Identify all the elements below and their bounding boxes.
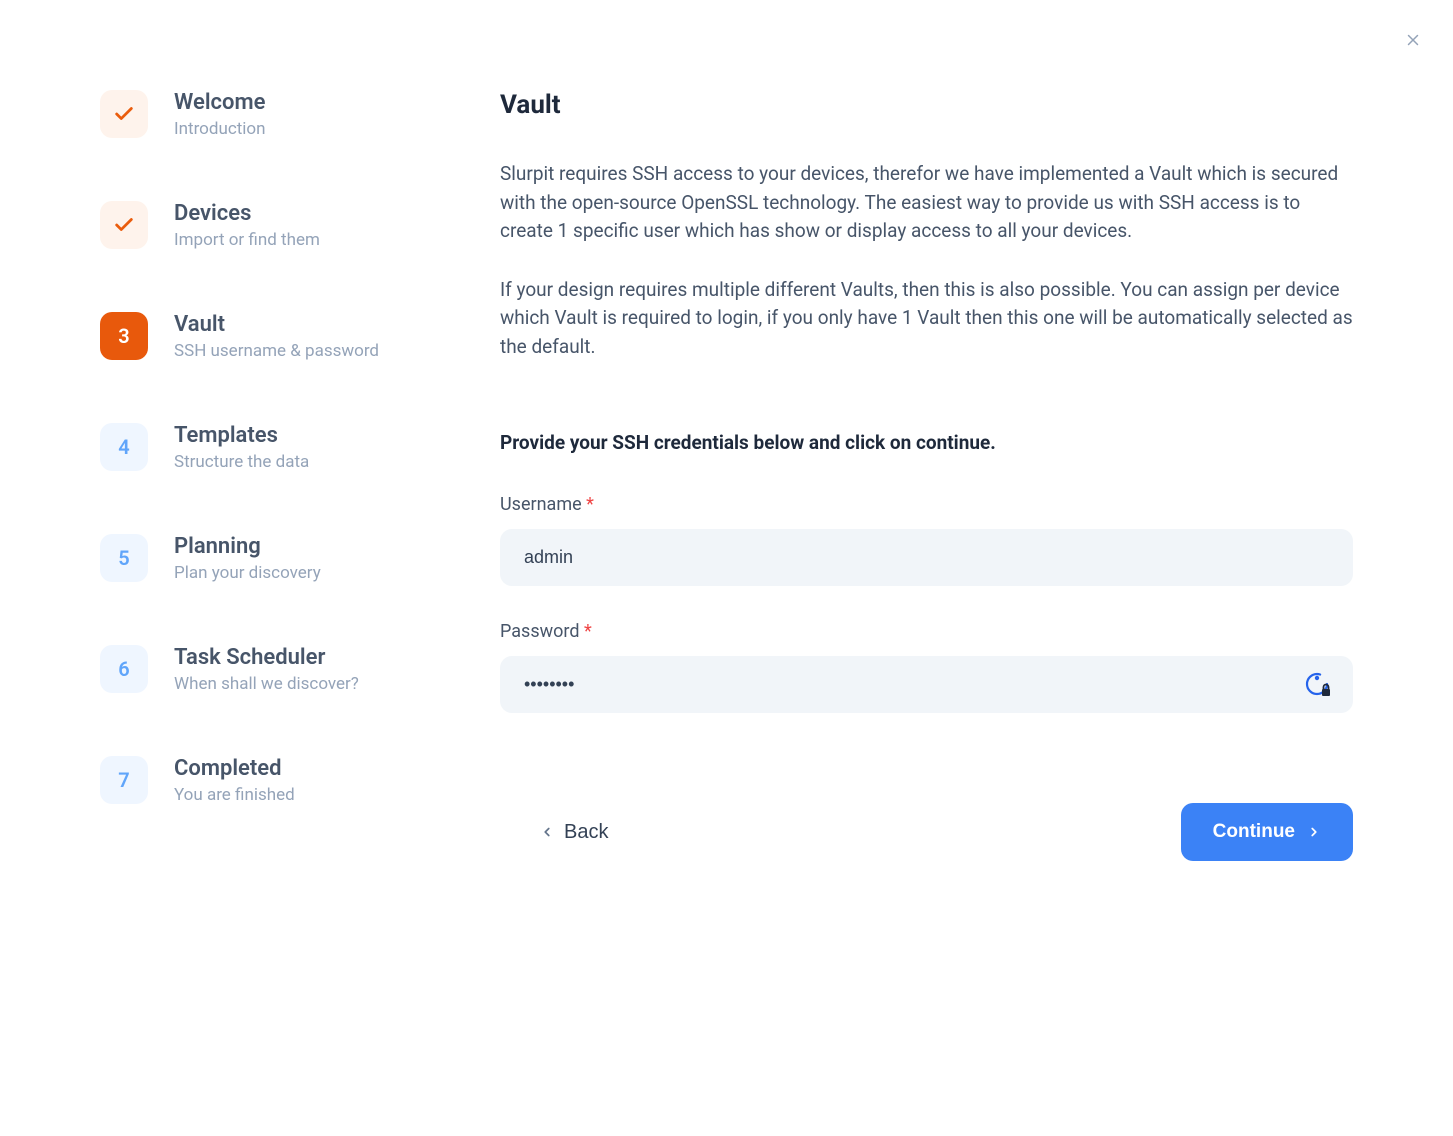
step-title: Vault <box>174 312 379 337</box>
step-subtitle: You are finished <box>174 785 295 805</box>
step-text: Task Scheduler When shall we discover? <box>174 645 359 694</box>
required-mark: * <box>584 621 592 642</box>
step-badge: 4 <box>100 423 148 471</box>
password-field-group: Password * <box>500 621 1353 713</box>
content-instruction: Provide your SSH credentials below and c… <box>500 431 1353 454</box>
content-paragraph: If your design requires multiple differe… <box>500 276 1353 362</box>
button-row: Back Continue <box>500 803 1353 861</box>
step-vault[interactable]: 3 Vault SSH username & password <box>100 312 500 361</box>
step-badge: 5 <box>100 534 148 582</box>
step-title: Completed <box>174 756 295 781</box>
page-title: Vault <box>500 90 1353 120</box>
step-badge: 3 <box>100 312 148 360</box>
step-text: Completed You are finished <box>174 756 295 805</box>
step-title: Devices <box>174 201 320 226</box>
step-text: Welcome Introduction <box>174 90 266 139</box>
step-subtitle: SSH username & password <box>174 341 379 361</box>
step-title: Templates <box>174 423 309 448</box>
step-text: Vault SSH username & password <box>174 312 379 361</box>
close-icon <box>1404 31 1422 49</box>
step-title: Planning <box>174 534 321 559</box>
username-label: Username * <box>500 494 1353 515</box>
step-text: Devices Import or find them <box>174 201 320 250</box>
chevron-right-icon <box>1307 825 1321 839</box>
step-devices[interactable]: Devices Import or find them <box>100 201 500 250</box>
step-task-scheduler[interactable]: 6 Task Scheduler When shall we discover? <box>100 645 500 694</box>
username-field-group: Username * <box>500 494 1353 586</box>
step-templates[interactable]: 4 Templates Structure the data <box>100 423 500 472</box>
step-badge: 7 <box>100 756 148 804</box>
wizard-modal: Welcome Introduction Devices Import or f… <box>0 0 1453 1136</box>
step-subtitle: Import or find them <box>174 230 320 250</box>
step-subtitle: Plan your discovery <box>174 563 321 583</box>
step-completed[interactable]: 7 Completed You are finished <box>100 756 500 805</box>
step-title: Welcome <box>174 90 266 115</box>
chevron-left-icon <box>540 825 554 839</box>
password-input[interactable] <box>500 656 1353 713</box>
step-badge: 6 <box>100 645 148 693</box>
wizard-content: Vault Slurpit requires SSH access to you… <box>500 90 1353 1076</box>
step-text: Planning Plan your discovery <box>174 534 321 583</box>
back-button[interactable]: Back <box>520 807 628 858</box>
check-icon <box>113 103 135 125</box>
step-subtitle: Introduction <box>174 119 266 139</box>
continue-button[interactable]: Continue <box>1181 803 1353 861</box>
step-subtitle: Structure the data <box>174 452 309 472</box>
step-text: Templates Structure the data <box>174 423 309 472</box>
lock-icon <box>1305 672 1331 698</box>
wizard-sidebar: Welcome Introduction Devices Import or f… <box>100 90 500 1076</box>
check-icon <box>113 214 135 236</box>
step-title: Task Scheduler <box>174 645 359 670</box>
content-paragraph: Slurpit requires SSH access to your devi… <box>500 160 1353 246</box>
username-input[interactable] <box>500 529 1353 586</box>
required-mark: * <box>586 494 594 515</box>
password-label: Password * <box>500 621 1353 642</box>
step-welcome[interactable]: Welcome Introduction <box>100 90 500 139</box>
step-planning[interactable]: 5 Planning Plan your discovery <box>100 534 500 583</box>
close-button[interactable] <box>1403 30 1423 50</box>
step-badge <box>100 90 148 138</box>
step-badge <box>100 201 148 249</box>
step-subtitle: When shall we discover? <box>174 674 359 694</box>
